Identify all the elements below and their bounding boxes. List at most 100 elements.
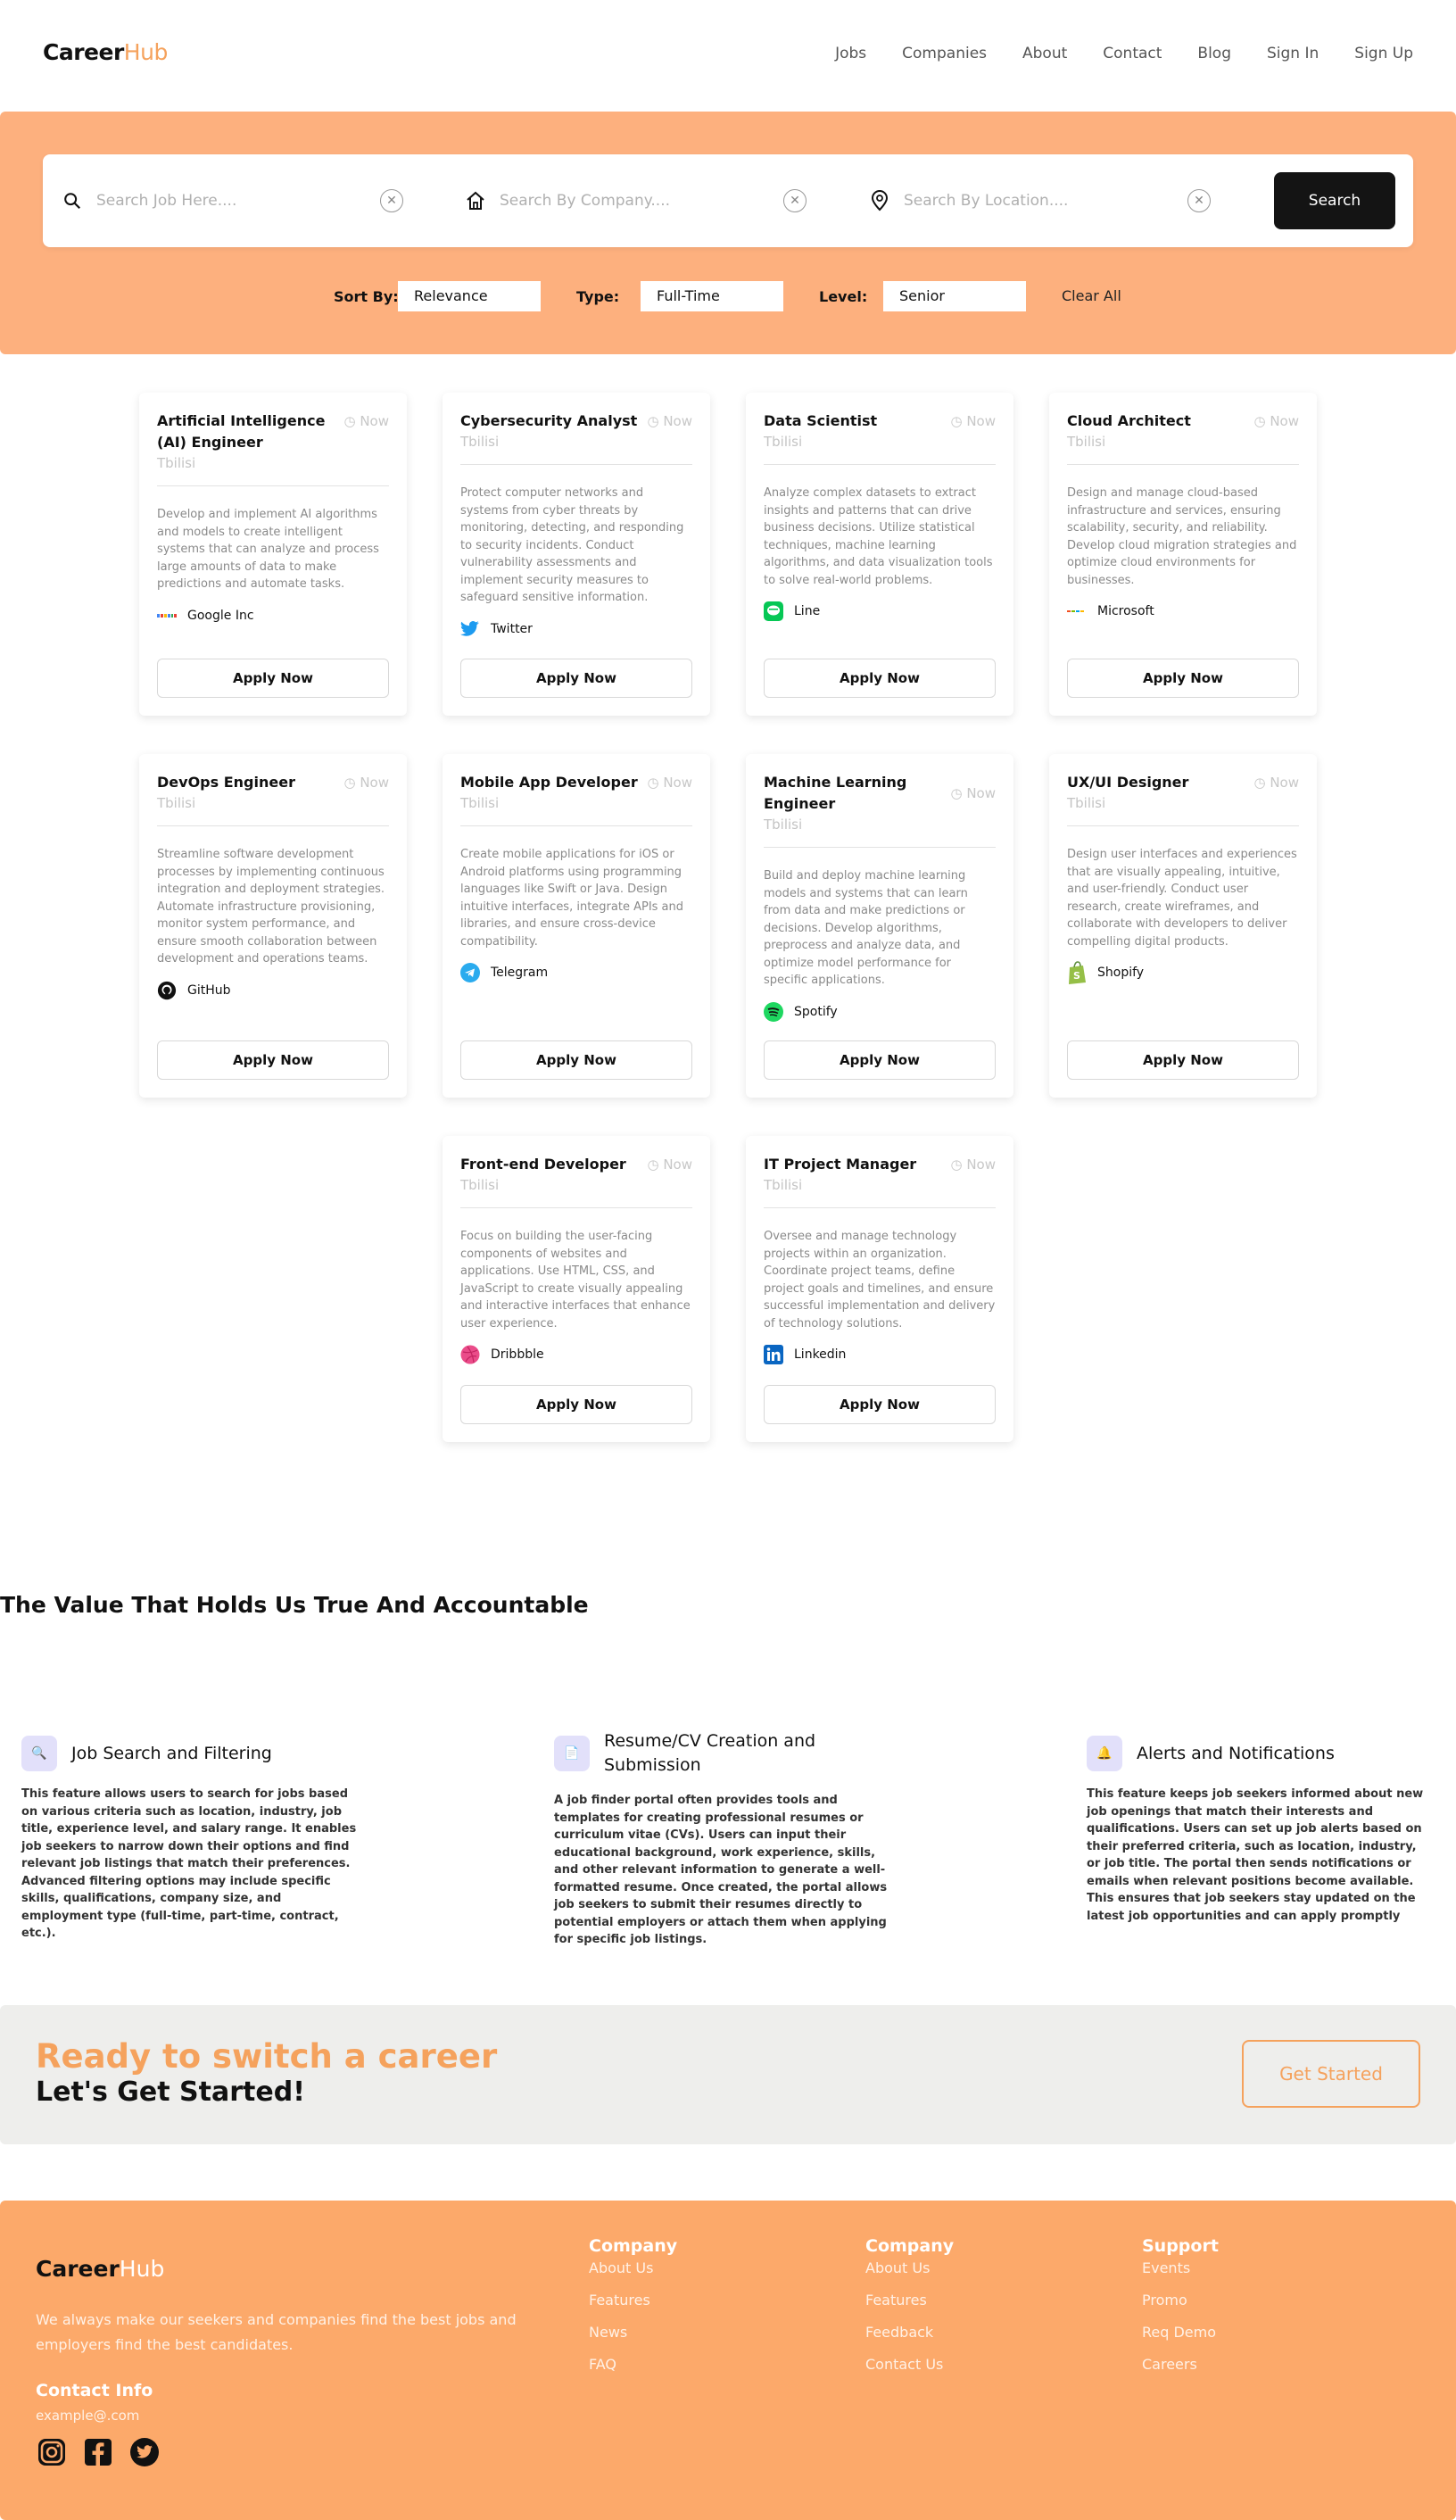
feature-header: 📄 Resume/CV Creation and Submission — [554, 1729, 893, 1778]
apply-now-button[interactable]: Apply Now — [764, 659, 996, 698]
company-name: GitHub — [187, 982, 231, 998]
type-select[interactable]: Full-Time — [641, 281, 783, 311]
apply-now-button[interactable]: Apply Now — [1067, 659, 1299, 698]
posted-time: ◷ Now — [647, 775, 692, 791]
job-card: DevOps Engineer ◷ Now Tbilisi Streamline… — [139, 754, 407, 1098]
line-logo-icon — [764, 601, 783, 621]
google-logo-icon — [157, 606, 177, 626]
time-text: Now — [966, 413, 996, 429]
job-title[interactable]: Artificial Intelligence (AI) Engineer — [157, 410, 335, 453]
nav-link-contact[interactable]: Contact — [1103, 45, 1162, 62]
search-button[interactable]: Search — [1274, 172, 1395, 229]
footer-logo[interactable]: CareerHub — [36, 2256, 164, 2282]
job-description: Design and manage cloud-based infrastruc… — [1067, 486, 1297, 587]
footer-link[interactable]: FAQ — [589, 2354, 677, 2375]
nav-link-companies[interactable]: Companies — [902, 45, 987, 62]
footer-link[interactable]: Events — [1142, 2258, 1219, 2279]
clear-company-icon[interactable]: ✕ — [783, 189, 807, 212]
feature-header: 🔔 Alerts and Notifications — [1087, 1736, 1426, 1771]
footer-link[interactable]: Promo — [1142, 2290, 1219, 2311]
footer-column-company: Company About Us Features News FAQ — [589, 2236, 677, 2375]
contact-email[interactable]: example@.com — [36, 2408, 139, 2424]
job-search-field[interactable]: Search Job Here.... ✕ — [61, 154, 403, 247]
apply-now-button[interactable]: Apply Now — [460, 1040, 692, 1080]
time-text: Now — [663, 1156, 692, 1173]
clear-location-icon[interactable]: ✕ — [1187, 189, 1211, 212]
footer-link[interactable]: Features — [589, 2290, 677, 2311]
instagram-icon[interactable] — [36, 2436, 68, 2468]
job-title[interactable]: Machine Learning Engineer — [764, 772, 942, 815]
apply-now-button[interactable]: Apply Now — [460, 659, 692, 698]
company-row: S Shopify — [1067, 961, 1299, 984]
nav-link-jobs[interactable]: Jobs — [835, 45, 866, 62]
nav-link-about[interactable]: About — [1022, 45, 1067, 62]
footer-link[interactable]: About Us — [589, 2258, 677, 2279]
location-search-input[interactable]: Search By Location.... — [904, 192, 1187, 210]
apply-now-button[interactable]: Apply Now — [157, 659, 389, 698]
job-card: Cybersecurity Analyst ◷ Now Tbilisi Prot… — [443, 393, 710, 716]
time-text: Now — [663, 775, 692, 791]
company-row: Telegram — [460, 963, 692, 982]
footer-link[interactable]: Contact Us — [865, 2354, 954, 2375]
footer-logo-accent: Hub — [119, 2256, 165, 2282]
apply-now-button[interactable]: Apply Now — [157, 1040, 389, 1080]
company-row: Google Inc — [157, 606, 389, 626]
footer-link[interactable]: Feedback — [865, 2322, 954, 2343]
home-icon — [464, 189, 487, 212]
type-label: Type: — [576, 288, 620, 305]
company-row: Linkedin — [764, 1345, 996, 1364]
nav-link-sign-in[interactable]: Sign In — [1267, 45, 1319, 62]
search-icon — [61, 189, 84, 212]
job-card: Data Scientist ◷ Now Tbilisi Analyze com… — [746, 393, 1013, 716]
footer-link[interactable]: News — [589, 2322, 677, 2343]
apply-now-button[interactable]: Apply Now — [460, 1385, 692, 1424]
clear-all-button[interactable]: Clear All — [1062, 287, 1121, 304]
company-search-input[interactable]: Search By Company.... — [500, 192, 783, 210]
job-title[interactable]: UX/UI Designer — [1067, 772, 1245, 793]
company-row: GitHub — [157, 981, 389, 1000]
footer-link[interactable]: Req Demo — [1142, 2322, 1219, 2343]
job-title[interactable]: Cloud Architect — [1067, 410, 1245, 432]
twitter-icon[interactable] — [128, 2436, 161, 2468]
feature-job-search: 🔍 Job Search and Filtering This feature … — [21, 1736, 360, 1943]
spotify-logo-icon — [764, 1001, 783, 1022]
nav-link-sign-up[interactable]: Sign Up — [1354, 45, 1413, 62]
job-title[interactable]: Front-end Developer — [460, 1154, 639, 1175]
location-search-field[interactable]: Search By Location.... ✕ — [868, 154, 1211, 247]
time-text: Now — [1270, 413, 1299, 429]
cta-banner: Ready to switch a career Let's Get Start… — [0, 2005, 1456, 2144]
company-name: Line — [794, 604, 821, 618]
apply-now-button[interactable]: Apply Now — [1067, 1040, 1299, 1080]
job-description: Focus on building the user-facing compon… — [460, 1230, 691, 1330]
job-description: Protect computer networks and systems fr… — [460, 486, 684, 604]
sort-select[interactable]: Relevance — [398, 281, 541, 311]
footer-link[interactable]: About Us — [865, 2258, 954, 2279]
facebook-icon[interactable] — [82, 2436, 114, 2468]
logo-accent-text: Hub — [123, 39, 169, 65]
job-title[interactable]: Data Scientist — [764, 410, 942, 432]
time-text: Now — [360, 413, 389, 429]
apply-now-button[interactable]: Apply Now — [764, 1040, 996, 1080]
time-text: Now — [360, 775, 389, 791]
footer-link[interactable]: Features — [865, 2290, 954, 2311]
site-logo[interactable]: CareerHub — [43, 39, 168, 65]
logo-main-text: Career — [43, 39, 124, 65]
nav-link-blog[interactable]: Blog — [1197, 45, 1231, 62]
nav-links: Jobs Companies About Contact Blog Sign I… — [835, 45, 1413, 62]
job-title[interactable]: IT Project Manager — [764, 1154, 942, 1175]
job-title[interactable]: DevOps Engineer — [157, 772, 335, 793]
job-title[interactable]: Mobile App Developer — [460, 772, 639, 793]
job-search-input[interactable]: Search Job Here.... — [96, 192, 380, 210]
job-title[interactable]: Cybersecurity Analyst — [460, 410, 639, 432]
company-name: Microsoft — [1097, 604, 1154, 618]
clear-job-icon[interactable]: ✕ — [380, 189, 403, 212]
posted-time: ◷ Now — [950, 1156, 996, 1173]
job-description: Develop and implement AI algorithms and … — [157, 508, 379, 591]
company-search-field[interactable]: Search By Company.... ✕ — [464, 154, 807, 247]
apply-now-button[interactable]: Apply Now — [764, 1385, 996, 1424]
level-select[interactable]: Senior — [883, 281, 1026, 311]
footer-link[interactable]: Careers — [1142, 2354, 1219, 2375]
get-started-button[interactable]: Get Started — [1242, 2040, 1420, 2108]
footer-column-company-2: Company About Us Features Feedback Conta… — [865, 2236, 954, 2375]
feature-title: Resume/CV Creation and Submission — [604, 1731, 816, 1775]
